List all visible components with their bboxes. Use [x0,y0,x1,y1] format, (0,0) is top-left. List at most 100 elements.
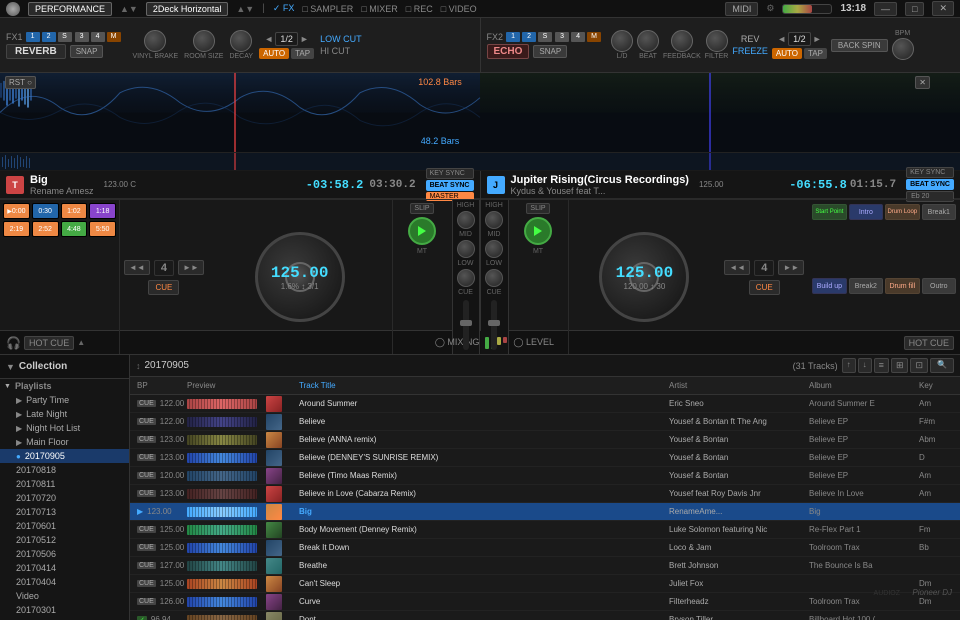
fx1-hi-cut[interactable]: HI CUT [320,46,362,56]
fx2-auto-btn[interactable]: AUTO [772,48,802,59]
deck-left-key-sync[interactable]: KEY SYNC [426,168,474,179]
fx1-num-s[interactable]: S [58,32,72,42]
fx2-bpm-knob[interactable] [892,38,914,60]
mixer-mid-knob[interactable] [457,240,475,258]
fx1-snap-btn[interactable]: SNAP [70,45,104,58]
minimize-btn[interactable]: — [874,2,897,16]
fx1-num-1[interactable]: 1 [26,32,40,42]
mixer-toggle[interactable]: □ MIXER [361,4,397,14]
fx2-tap-btn[interactable]: TAP [804,48,827,59]
sidebar-item-20170512[interactable]: 20170512 [0,533,129,547]
fx1-low-cut[interactable]: LOW CUT [320,34,362,44]
fx2-feedback-control[interactable] [671,30,693,52]
close-btn[interactable]: ✕ [932,1,954,16]
fx2-num-4[interactable]: 4 [571,32,585,42]
cue-r-start-point[interactable]: Start Point [812,204,846,220]
cue-btn-3[interactable]: 1:02 [61,203,88,219]
search-btn[interactable]: 🔍 [930,358,954,373]
fx2-beat2-left[interactable]: ◄ [777,34,786,44]
fx2-beat2-right[interactable]: ► [813,34,822,44]
fx1-beat-right[interactable]: ► [300,34,309,44]
header-album[interactable]: Album [806,381,916,390]
fx1-decay-knob[interactable] [230,30,252,52]
fx1-room-knob[interactable] [193,30,215,52]
hot-cue-left-btn[interactable]: HOT CUE [24,336,74,350]
cue-btn-8[interactable]: 5:50 [89,221,116,237]
cue-r-outro[interactable]: Outro [922,278,956,294]
cue-btn-6[interactable]: 2:52 [32,221,59,237]
deck-right-next-btn[interactable]: ►► [778,260,804,275]
level-mode-btn[interactable]: ◯ LEVEL [513,337,554,348]
fx1-num-4[interactable]: 4 [91,32,105,42]
fx2-effect-name[interactable]: ECHO [487,44,530,59]
cue-btn-4[interactable]: 1:18 [89,203,116,219]
fx2-freeze-label[interactable]: FREEZE [732,46,768,56]
deck-right-slip-btn[interactable]: SLIP [526,203,549,214]
cue-btn-1[interactable]: ▶ 0:00 [3,203,30,219]
deck-right-jog-wheel[interactable]: 125.00 120.00 ↕ 30 [599,232,689,322]
cue-btn-2[interactable]: 0:30 [32,203,59,219]
sampler-toggle[interactable]: □ SAMPLER [302,4,353,14]
deck-right-beat-sync[interactable]: BEAT SYNC [906,179,954,190]
sidebar-item-late-night[interactable]: ▶ Late Night [0,407,129,421]
fx1-num-m[interactable]: M [107,32,121,42]
sidebar-item-video[interactable]: Video [0,589,129,603]
table-row[interactable]: CUE122.00 Believe Yousef & Bontan ft The… [130,413,960,431]
header-bp[interactable]: BP [134,381,184,390]
fx1-beat-left[interactable]: ◄ [264,34,273,44]
sidebar-item-20170301[interactable]: 20170301 [0,603,129,617]
table-row[interactable]: CUE120.00 Believe (Timo Maas Remix) Yous… [130,467,960,485]
fx1-auto-btn[interactable]: AUTO [259,48,289,59]
cue-r-break1[interactable]: Break1 [922,204,956,220]
sidebar-item-20170506[interactable]: 20170506 [0,547,129,561]
table-row[interactable]: CUE127.00 Breathe Brett Johnson The Boun… [130,557,960,575]
table-row[interactable]: ✓96.94 Dont Bryson Tiller Billboard Hot … [130,611,960,620]
deck-right-play-btn[interactable] [524,217,552,245]
deck-right-key-sync[interactable]: KEY SYNC [906,167,954,178]
mixer-r-low-knob[interactable] [485,269,503,287]
sidebar-item-20170414[interactable]: 20170414 [0,561,129,575]
table-row[interactable]: CUE125.00 Can't Sleep Juliet Fox Dm [130,575,960,593]
sidebar-item-20170404[interactable]: 20170404 [0,575,129,589]
fx1-num-3[interactable]: 3 [75,32,89,42]
layout-btn[interactable]: 2Deck Horizontal [146,2,229,16]
sidebar-item-20170720[interactable]: 20170720 [0,491,129,505]
sidebar-item-main-floor[interactable]: ▶ Main Floor [0,435,129,449]
midi-btn[interactable]: MIDI [725,2,758,16]
sidebar-item-20170713[interactable]: 20170713 [0,505,129,519]
cue-r-break2[interactable]: Break2 [849,278,883,294]
waveform-reset-btn[interactable]: RST ○ [5,76,36,89]
cue-r-drum-loop[interactable]: Drum Loop [885,204,919,220]
table-row[interactable]: CUE125.00 Body Movement (Denney Remix) L… [130,521,960,539]
fx2-snap-btn[interactable]: SNAP [533,45,567,58]
mixing-mode-btn[interactable]: ◯ MIXING [435,337,480,348]
waveform-zoom-btn[interactable]: ✕ [915,76,930,89]
table-row[interactable]: CUE126.00 Curve Filterheadz Toolroom Tra… [130,593,960,611]
fx1-num-2[interactable]: 2 [42,32,56,42]
deck-left-beat-sync[interactable]: BEAT SYNC [426,180,474,191]
table-row[interactable]: CUE122.00 Around Summer Eric Sneo Around… [130,395,960,413]
sidebar-item-20170601[interactable]: 20170601 [0,519,129,533]
deck-left-play-btn[interactable] [408,217,436,245]
sidebar-playlists-header[interactable]: ▼ Playlists [0,379,129,393]
view-list-btn[interactable]: ≡ [874,358,889,373]
sidebar-item-hot-list[interactable]: ▶ Night Hot List [0,421,129,435]
fx2-num-s[interactable]: S [538,32,552,42]
table-row[interactable]: CUE123.00 Believe (DENNEY'S SUNRISE REMI… [130,449,960,467]
header-key[interactable]: Key [916,381,956,390]
fx2-num-m[interactable]: M [587,32,601,42]
deck-left-slip-btn[interactable]: SLIP [410,203,433,214]
video-toggle[interactable]: □ VIDEO [441,4,477,14]
header-artist[interactable]: Artist [666,381,806,390]
headphones-icon[interactable]: 🎧 [6,336,21,350]
sort-asc-btn[interactable]: ↑ [842,358,856,373]
deck-right-prev-btn[interactable]: ◄◄ [724,260,750,275]
sidebar-item-20170811[interactable]: 20170811 [0,477,129,491]
maximize-btn[interactable]: □ [905,2,924,16]
deck-left-next-btn[interactable]: ►► [178,260,204,275]
performance-btn[interactable]: PERFORMANCE [28,2,112,16]
table-row[interactable]: CUE123.00 Believe (ANNA remix) Yousef & … [130,431,960,449]
fx2-num-3[interactable]: 3 [555,32,569,42]
fx2-num-2[interactable]: 2 [522,32,536,42]
view-art-btn[interactable]: ⊡ [910,358,928,373]
